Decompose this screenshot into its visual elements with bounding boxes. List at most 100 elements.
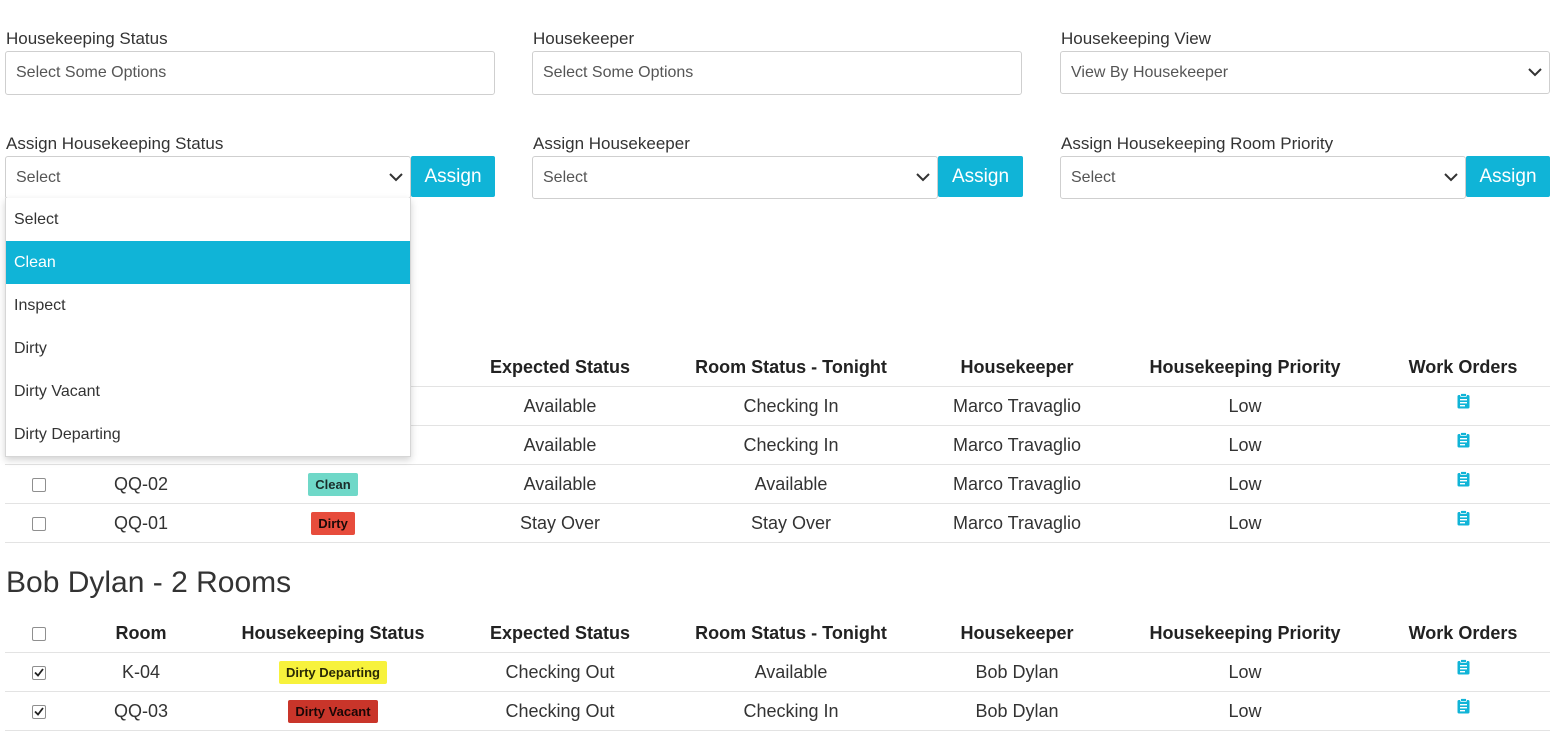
table-row: QQ-01 Dirty Stay Over Stay Over Marco Tr… xyxy=(5,504,1550,543)
housekeeper-cell: Marco Travaglio xyxy=(952,513,1082,533)
assign-status-select[interactable]: Select xyxy=(5,156,411,199)
column-header-housekeeping-priority: Housekeeping Priority xyxy=(1149,623,1341,643)
housekeeper-cell: Marco Travaglio xyxy=(952,474,1082,494)
housekeeping-status-filter-placeholder: Select Some Options xyxy=(16,64,167,81)
clipboard-icon[interactable] xyxy=(1457,471,1470,492)
status-badge: Dirty Vacant xyxy=(288,699,378,724)
housekeeping-view-value: View By Housekeeper xyxy=(1071,63,1229,81)
expected-status-cell: Available xyxy=(523,435,597,455)
work-order-cell xyxy=(1368,465,1558,504)
room-status-tonight-cell: Checking In xyxy=(743,435,839,455)
housekeeping-status-cell: Dirty Vacant xyxy=(209,692,457,731)
housekeeper-group-table: Room Housekeeping Status Expected Status… xyxy=(5,614,1550,731)
assign-status-value: Select xyxy=(16,168,61,186)
housekeeper-cell: Bob Dylan xyxy=(975,662,1059,682)
dropdown-option-select[interactable]: Select xyxy=(6,198,410,241)
assign-priority-button[interactable]: Assign xyxy=(1466,156,1550,197)
work-order-cell xyxy=(1368,692,1558,731)
status-badge: Dirty xyxy=(311,511,355,536)
dropdown-option-dirty-departing[interactable]: Dirty Departing xyxy=(6,413,410,456)
chevron-down-icon xyxy=(1521,52,1549,93)
priority-cell: Low xyxy=(1228,513,1262,533)
table-header-row: Room Housekeeping Status Expected Status… xyxy=(5,614,1550,653)
column-header-room-status-tonight: Room Status - Tonight xyxy=(695,623,887,643)
assign-priority-label: Assign Housekeeping Room Priority xyxy=(1061,134,1334,153)
table-row: K-04 Dirty Departing Checking Out Availa… xyxy=(5,653,1550,692)
select-all-checkbox-cell xyxy=(5,614,73,653)
clipboard-icon[interactable] xyxy=(1457,393,1470,414)
clipboard-icon[interactable] xyxy=(1457,510,1470,531)
chevron-down-icon xyxy=(909,157,937,198)
status-badge: Clean xyxy=(308,472,358,497)
dropdown-option-clean[interactable]: Clean xyxy=(6,241,410,284)
room-cell: K-04 xyxy=(121,662,161,682)
column-header-room: Room xyxy=(115,623,167,643)
column-header-work-orders: Work Orders xyxy=(1408,357,1518,377)
assign-housekeeper-select[interactable]: Select xyxy=(532,156,938,199)
housekeeper-filter-input[interactable]: Select Some Options xyxy=(532,51,1022,95)
row-checkbox[interactable] xyxy=(32,704,46,719)
row-checkbox-cell xyxy=(5,692,73,731)
work-order-cell xyxy=(1368,504,1558,543)
housekeeper-filter-placeholder: Select Some Options xyxy=(543,64,694,81)
dropdown-option-inspect[interactable]: Inspect xyxy=(6,284,410,327)
housekeeping-status-cell: Dirty Departing xyxy=(209,653,457,692)
room-status-tonight-cell: Available xyxy=(754,662,828,682)
dropdown-option-dirty-vacant[interactable]: Dirty Vacant xyxy=(6,370,410,413)
column-header-work-orders: Work Orders xyxy=(1408,623,1518,643)
room-cell: QQ-02 xyxy=(113,474,169,494)
checkmark-icon xyxy=(34,668,44,677)
chevron-down-icon xyxy=(382,157,410,198)
assign-status-button[interactable]: Assign xyxy=(411,156,495,197)
housekeeper-cell: Bob Dylan xyxy=(975,701,1059,721)
housekeeper-cell: Marco Travaglio xyxy=(952,396,1082,416)
expected-status-cell: Stay Over xyxy=(519,513,601,533)
room-status-tonight-cell: Checking In xyxy=(743,701,839,721)
housekeeper-filter-label: Housekeeper xyxy=(533,29,635,48)
clipboard-icon[interactable] xyxy=(1457,659,1470,680)
column-header-housekeeper: Housekeeper xyxy=(960,623,1074,643)
priority-cell: Low xyxy=(1228,701,1262,721)
assign-status-label: Assign Housekeeping Status xyxy=(6,134,224,153)
assign-housekeeper-button[interactable]: Assign xyxy=(938,156,1023,197)
dropdown-option-dirty[interactable]: Dirty xyxy=(6,327,410,370)
chevron-down-icon xyxy=(1437,157,1465,198)
work-order-cell xyxy=(1368,653,1558,692)
housekeeping-status-cell: Dirty xyxy=(209,504,457,543)
housekeeping-view-label: Housekeeping View xyxy=(1061,29,1211,48)
assign-priority-select[interactable]: Select xyxy=(1060,156,1466,199)
row-checkbox[interactable] xyxy=(32,665,46,680)
column-header-room-status-tonight: Room Status - Tonight xyxy=(695,357,887,377)
column-header-housekeeper: Housekeeper xyxy=(960,357,1074,377)
room-status-tonight-cell: Available xyxy=(754,474,828,494)
row-checkbox[interactable] xyxy=(32,477,46,492)
room-status-tonight-cell: Checking In xyxy=(743,396,839,416)
column-header-expected-status: Expected Status xyxy=(489,357,631,377)
assign-priority-value: Select xyxy=(1071,168,1116,186)
housekeeping-status-filter-input[interactable]: Select Some Options xyxy=(5,51,495,95)
column-header-housekeeping-priority: Housekeeping Priority xyxy=(1149,357,1341,377)
row-checkbox[interactable] xyxy=(32,516,46,531)
expected-status-cell: Checking Out xyxy=(505,701,615,721)
room-cell: QQ-01 xyxy=(113,513,169,533)
clipboard-icon[interactable] xyxy=(1457,698,1470,719)
expected-status-cell: Available xyxy=(523,396,597,416)
table-row: QQ-03 Dirty Vacant Checking Out Checking… xyxy=(5,692,1550,731)
room-cell: QQ-03 xyxy=(113,701,169,721)
select-all-checkbox[interactable] xyxy=(32,626,46,641)
housekeeper-cell: Marco Travaglio xyxy=(952,435,1082,455)
clipboard-icon[interactable] xyxy=(1457,432,1470,453)
checkmark-icon xyxy=(34,707,44,716)
priority-cell: Low xyxy=(1228,396,1262,416)
priority-cell: Low xyxy=(1228,662,1262,682)
row-checkbox-cell xyxy=(5,465,73,504)
room-status-tonight-cell: Stay Over xyxy=(750,513,832,533)
row-checkbox-cell xyxy=(5,504,73,543)
expected-status-cell: Available xyxy=(523,474,597,494)
status-badge: Dirty Departing xyxy=(279,660,387,685)
housekeeping-status-filter-label: Housekeeping Status xyxy=(6,29,168,48)
column-header-expected-status: Expected Status xyxy=(489,623,631,643)
assign-status-dropdown-menu: Select Clean Inspect Dirty Dirty Vacant … xyxy=(5,198,411,457)
housekeeping-view-select[interactable]: View By Housekeeper xyxy=(1060,51,1550,94)
priority-cell: Low xyxy=(1228,435,1262,455)
